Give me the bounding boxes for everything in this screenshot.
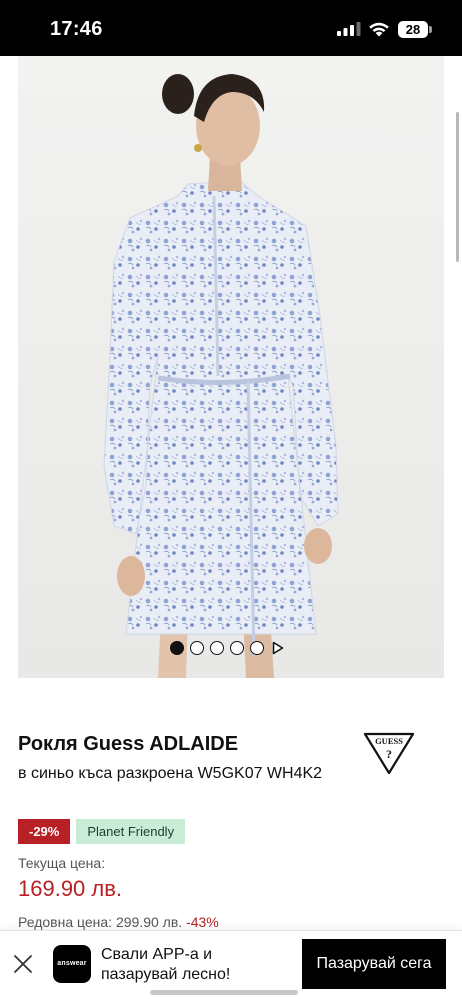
carousel-dot-3[interactable] xyxy=(210,641,224,655)
scrollbar[interactable] xyxy=(456,112,459,262)
status-bar: 17:46 28 xyxy=(0,0,462,56)
status-time: 17:46 xyxy=(50,18,103,40)
answear-app-logo: answear xyxy=(53,945,91,983)
wifi-icon xyxy=(369,22,389,37)
product-subtitle: в синьо къса разкроена W5GK07 WH4K2 xyxy=(18,765,323,782)
carousel-dots xyxy=(170,640,284,656)
home-indicator xyxy=(150,990,298,995)
carousel-dot-1[interactable] xyxy=(170,641,184,655)
shop-now-button[interactable]: Пазарувай сега xyxy=(302,939,446,989)
discount-badge: -29% xyxy=(18,819,71,844)
planet-friendly-badge[interactable]: Planet Friendly xyxy=(76,819,186,844)
guess-logo-icon[interactable]: GUESS ? xyxy=(363,731,415,775)
regular-price: Редовна цена: 299.90 лв. -43% xyxy=(18,914,219,930)
carousel-dot-2[interactable] xyxy=(190,641,204,655)
dress-photo-illustration xyxy=(18,56,444,678)
carousel-dot-5[interactable] xyxy=(250,641,264,655)
svg-text:GUESS: GUESS xyxy=(375,736,403,746)
banner-text: Свали APP-а и пазарувай лесно! xyxy=(101,946,231,983)
close-icon[interactable] xyxy=(12,953,34,975)
battery-cap xyxy=(429,26,432,33)
play-icon[interactable] xyxy=(272,641,284,655)
carousel-dot-4[interactable] xyxy=(230,641,244,655)
battery-level: 28 xyxy=(398,21,428,38)
product-image[interactable] xyxy=(18,56,444,678)
current-price-label: Текуща цена: xyxy=(18,855,106,871)
current-price: 169.90 лв. xyxy=(18,876,123,901)
battery-icon: 28 xyxy=(398,21,432,38)
svg-text:?: ? xyxy=(386,747,392,761)
badges: -29% Planet Friendly xyxy=(18,819,186,844)
product-title: Рокля Guess ADLAIDE xyxy=(18,733,239,755)
regular-price-text: Редовна цена: 299.90 лв. xyxy=(18,914,183,930)
app-download-banner: answear Свали APP-а и пазарувай лесно! П… xyxy=(0,930,462,999)
regular-price-discount: -43% xyxy=(186,914,219,930)
signal-icon xyxy=(337,22,361,36)
